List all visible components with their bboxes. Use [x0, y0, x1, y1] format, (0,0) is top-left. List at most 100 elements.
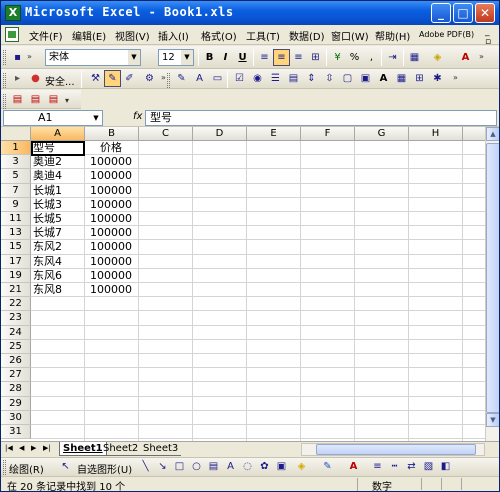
underline-button[interactable]: U	[234, 49, 251, 66]
save-icon[interactable]: ▪	[9, 49, 26, 66]
button-control-icon[interactable]: ▭	[209, 70, 226, 87]
cell-column-a[interactable]	[33, 354, 84, 368]
line-style-icon[interactable]: ≡	[369, 458, 386, 475]
shadow-style-icon[interactable]: ▧	[420, 458, 437, 475]
row-header[interactable]: 13	[1, 226, 31, 241]
toolbox-icon[interactable]: ⚒	[87, 70, 104, 87]
pencil-icon[interactable]: ✎	[173, 70, 190, 87]
cell-column-a[interactable]: 长城7	[33, 226, 84, 240]
prev-sheet-icon[interactable]: ◀	[19, 444, 24, 452]
fill-color-icon[interactable]: ◈	[429, 49, 446, 66]
cell-column-a[interactable]	[33, 368, 84, 382]
cell-column-a[interactable]	[33, 425, 84, 439]
row-header[interactable]: 22	[1, 297, 31, 312]
align-center-icon[interactable]: ≡	[273, 49, 290, 66]
line-color-icon[interactable]: ✎	[319, 458, 336, 475]
row-header[interactable]: 28	[1, 382, 31, 397]
option-button-icon[interactable]: ◉	[249, 70, 266, 87]
more-controls-icon[interactable]: ✱	[429, 70, 446, 87]
cell-column-a[interactable]: 东风2	[33, 240, 84, 254]
diagram-icon[interactable]: ◌	[239, 458, 256, 475]
toolbar-options-icon[interactable]: »	[161, 73, 166, 82]
toolbar-grip[interactable]	[3, 73, 6, 88]
font-name-select[interactable]: 宋体 ▼	[45, 49, 141, 66]
horizontal-scrollbar[interactable]	[301, 443, 485, 456]
menu-edit[interactable]: 编辑(E)	[72, 28, 106, 43]
cell-column-a[interactable]: 奥迪4	[33, 169, 84, 183]
row-header[interactable]: 26	[1, 354, 31, 369]
cell-column-a[interactable]	[33, 326, 84, 340]
select-objects-icon[interactable]: ↖	[57, 458, 74, 475]
group-box-icon[interactable]: ▢	[339, 70, 356, 87]
column-header-a[interactable]: A	[31, 127, 85, 141]
font-color-icon[interactable]: A	[457, 49, 474, 66]
row-header[interactable]: 15	[1, 240, 31, 255]
font-color-icon[interactable]: A	[345, 458, 362, 475]
convert-to-pdf-icon[interactable]: ▤	[9, 91, 26, 108]
borders-icon[interactable]: ▦	[406, 49, 423, 66]
insert-picture-icon[interactable]: ▣	[273, 458, 290, 475]
row-header[interactable]: 19	[1, 268, 31, 283]
row-header[interactable]: 9	[1, 197, 31, 212]
workbook-icon[interactable]	[5, 27, 19, 42]
cell-column-a[interactable]: 长城1	[33, 184, 84, 198]
cell-column-b[interactable]	[85, 411, 137, 425]
cell-column-b[interactable]: 100000	[85, 155, 137, 169]
properties-icon[interactable]: ⚙	[141, 70, 158, 87]
column-header-partial[interactable]	[463, 127, 485, 141]
column-header-f[interactable]: F	[301, 127, 355, 141]
menu-view[interactable]: 视图(V)	[115, 28, 150, 43]
sheet-tab-sheet3[interactable]: Sheet3	[140, 442, 182, 456]
toolbar-grip[interactable]	[167, 73, 170, 88]
autoshapes-menu-button[interactable]: 自选图形(U)	[77, 461, 132, 476]
cell-column-b[interactable]: 价格	[85, 141, 137, 155]
edit-box-icon[interactable]: ▦	[393, 70, 410, 87]
design-mode-icon[interactable]: ✎	[104, 70, 121, 87]
row-header[interactable]: 11	[1, 212, 31, 227]
name-box[interactable]: A1 ▼	[3, 110, 103, 126]
arrow-tool-icon[interactable]: ↘	[154, 458, 171, 475]
oval-tool-icon[interactable]: ○	[188, 458, 205, 475]
column-header-h[interactable]: H	[409, 127, 463, 141]
draw-menu-button[interactable]: 绘图(R)	[9, 461, 44, 476]
menu-data[interactable]: 数据(D)	[289, 28, 325, 43]
menu-tools[interactable]: 工具(T)	[246, 28, 280, 43]
cell-column-b[interactable]	[85, 425, 137, 439]
toolbar-options-icon[interactable]: »	[453, 73, 458, 82]
close-button[interactable]: ✕	[475, 3, 495, 23]
select-all-corner[interactable]	[1, 127, 31, 141]
scroll-bar-icon[interactable]: ⇕	[303, 70, 320, 87]
cell-column-b[interactable]: 100000	[85, 198, 137, 212]
row-header[interactable]: 29	[1, 396, 31, 411]
arrow-style-icon[interactable]: ⇄	[403, 458, 420, 475]
clip-art-icon[interactable]: ✿	[256, 458, 273, 475]
vertical-scrollbar[interactable]: ▲ ▼	[485, 127, 499, 441]
align-left-icon[interactable]: ≡	[256, 49, 273, 66]
pdf-review-icon[interactable]: ▤	[45, 91, 62, 108]
cell-column-b[interactable]: 100000	[85, 269, 137, 283]
formula-input[interactable]: 型号	[145, 110, 497, 126]
spinner-icon[interactable]: ⇳	[321, 70, 338, 87]
cell-column-a[interactable]: 长城3	[33, 198, 84, 212]
chevron-down-icon[interactable]: ▼	[90, 111, 102, 125]
chevron-down-icon[interactable]: ▼	[181, 50, 193, 65]
menu-adobe-pdf[interactable]: Adobe PDF(B)	[419, 30, 474, 39]
excel-app-icon[interactable]: X	[5, 5, 21, 21]
column-header-b[interactable]: B	[85, 127, 139, 141]
menu-file[interactable]: 文件(F)	[29, 28, 63, 43]
cell-column-a[interactable]	[33, 397, 84, 411]
cell-column-b[interactable]	[85, 311, 137, 325]
insert-function-icon[interactable]: fx	[133, 111, 142, 122]
row-header[interactable]: 27	[1, 368, 31, 383]
sheet-tab-sheet2[interactable]: Sheet2	[100, 442, 142, 456]
row-header[interactable]: 17	[1, 254, 31, 269]
font-size-select[interactable]: 12 ▼	[158, 49, 194, 66]
image-control-icon[interactable]: ▣	[357, 70, 374, 87]
toggle-grid-icon[interactable]: ⊞	[411, 70, 428, 87]
cell-column-b[interactable]: 100000	[85, 283, 137, 297]
checkbox-control-icon[interactable]: ☑	[231, 70, 248, 87]
toolbar-grip[interactable]	[3, 50, 6, 65]
label-control-icon[interactable]: A	[191, 70, 208, 87]
cell-column-a[interactable]: 奥迪2	[33, 155, 84, 169]
menu-window[interactable]: 窗口(W)	[331, 28, 369, 43]
